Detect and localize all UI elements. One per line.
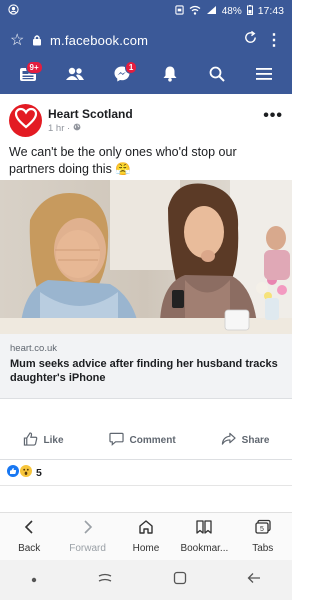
news-feed: Heart Scotland 1 hr · ••• We can't be th… (0, 94, 292, 510)
battery-percent: 48% (221, 5, 242, 17)
share-label: Share (241, 435, 270, 446)
samsung-account-icon (8, 4, 19, 18)
comment-button[interactable]: Comment (108, 432, 176, 449)
shares-count[interactable]: 5 Shares (0, 500, 292, 511)
thumbs-up-icon (23, 432, 38, 449)
comment-icon (108, 432, 124, 449)
search-icon (209, 66, 225, 87)
heart-logo-icon (14, 107, 38, 134)
reaction-count: 5 (36, 466, 42, 479)
page-name[interactable]: Heart Scotland (48, 107, 263, 121)
tabs-label: Tabs (252, 543, 274, 554)
home-square-icon[interactable] (173, 571, 187, 590)
friends-icon (65, 67, 85, 86)
like-label: Like (43, 435, 64, 446)
nav-news-feed[interactable]: 9+ (10, 61, 46, 91)
facebook-nav-bar: 9+ 1 (0, 58, 292, 94)
chevron-left-icon (23, 519, 35, 540)
like-reaction-icon (7, 464, 19, 482)
alarm-icon (175, 4, 184, 18)
back-button[interactable]: Back (1, 519, 57, 554)
browser-url-bar: ☆ m.facebook.com ⋮ (0, 22, 292, 58)
globe-icon (73, 123, 81, 134)
nav-notifications[interactable] (152, 61, 188, 91)
reload-icon[interactable] (236, 30, 264, 50)
post-timestamp: 1 hr · (48, 123, 263, 134)
comment-label: Comment (129, 435, 176, 446)
post-header: Heart Scotland 1 hr · ••• (0, 94, 292, 144)
tabs-button[interactable]: 5 Tabs (235, 519, 291, 554)
browser-menu-icon[interactable]: ⋮ (264, 30, 282, 50)
lock-icon[interactable] (32, 34, 50, 46)
bookmarks-label: Bookmar... (180, 543, 229, 554)
wifi-icon (189, 5, 201, 18)
like-button[interactable]: Like (23, 432, 64, 449)
battery-icon (246, 4, 253, 18)
recent-apps-icon[interactable] (97, 571, 113, 589)
home-label: Home (132, 543, 160, 554)
link-preview-image[interactable] (0, 180, 292, 334)
back-label: Back (18, 543, 41, 554)
chevron-right-icon (82, 519, 94, 540)
notification-badge: 9+ (25, 61, 43, 74)
url-text[interactable]: m.facebook.com (50, 33, 236, 48)
dot-icon[interactable] (30, 571, 38, 589)
link-preview-meta[interactable]: heart.co.uk Mum seeks advice after findi… (0, 334, 292, 399)
messages-badge: 1 (124, 61, 138, 74)
post: Heart Scotland 1 hr · ••• We can't be th… (0, 94, 292, 510)
status-bar: 48% 17:43 (0, 0, 292, 22)
post-options-icon[interactable]: ••• (263, 107, 283, 133)
bookmarks-button[interactable]: Bookmar... (176, 519, 232, 554)
bookmarks-icon (195, 519, 213, 540)
link-domain: heart.co.uk (10, 343, 57, 354)
post-actions: Like Comment Share (0, 422, 292, 460)
bookmark-star-icon[interactable]: ☆ (10, 30, 32, 50)
home-icon (138, 519, 154, 540)
post-text: We can't be the only ones who'd stop our… (9, 145, 237, 176)
nav-friends[interactable] (57, 61, 93, 91)
browser-bottom-bar: Back Forward Home Bookmar... 5 Tabs (0, 512, 292, 560)
nav-messenger[interactable]: 1 (104, 61, 140, 91)
clock: 17:43 (257, 5, 284, 17)
signal-icon (206, 5, 217, 18)
page-avatar[interactable] (9, 103, 42, 137)
bell-icon (162, 65, 178, 87)
tabs-icon: 5 (254, 519, 272, 540)
svg-text:5: 5 (260, 526, 264, 533)
wow-reaction-icon (20, 464, 32, 482)
forward-label: Forward (69, 543, 106, 554)
link-title[interactable]: Mum seeks advice after finding her husba… (10, 357, 282, 385)
forward-button[interactable]: Forward (60, 519, 116, 554)
back-arrow-icon[interactable] (246, 571, 262, 589)
nav-menu[interactable] (246, 61, 282, 91)
reactions-summary[interactable]: 5 (0, 460, 292, 486)
share-icon (221, 432, 236, 449)
share-button[interactable]: Share (221, 432, 270, 449)
nav-search[interactable] (199, 61, 235, 91)
system-nav-bar (0, 560, 292, 600)
post-time-text: 1 hr · (48, 122, 71, 134)
home-button[interactable]: Home (118, 519, 174, 554)
menu-icon (256, 67, 273, 86)
